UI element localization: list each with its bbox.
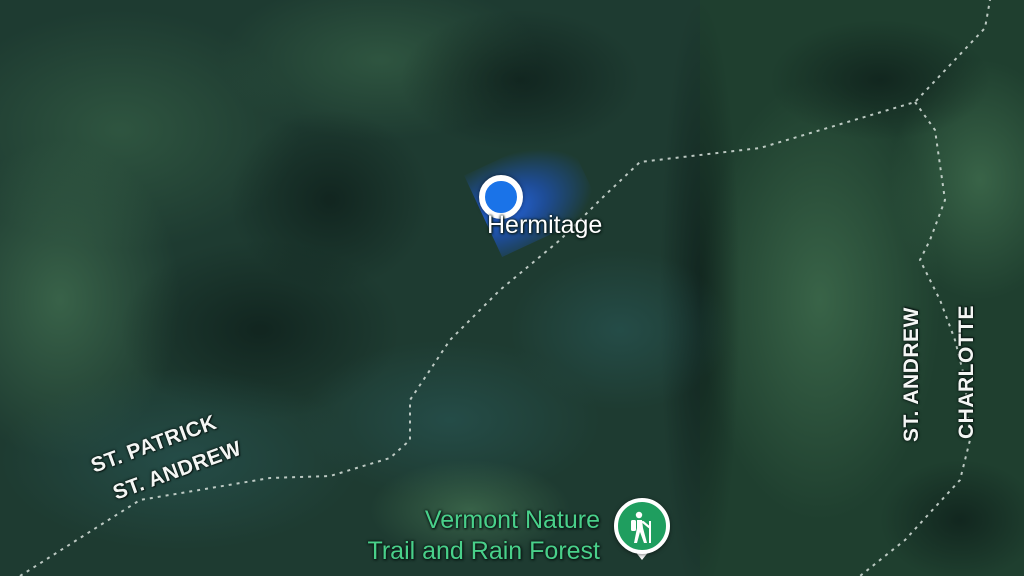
parish-label-st-andrew-east: ST. ANDREW <box>900 307 923 442</box>
parish-label-charlotte: CHARLOTTE <box>955 305 978 439</box>
poi-name-line-1[interactable]: Vermont Nature <box>425 505 600 536</box>
map-view[interactable]: Hermitage ST. PATRICK ST. ANDREW ST. AND… <box>0 0 1024 576</box>
place-label-hermitage[interactable]: Hermitage <box>487 211 602 240</box>
poi-name-line-2[interactable]: Trail and Rain Forest <box>368 536 601 567</box>
hiker-icon <box>631 511 651 543</box>
poi-marker[interactable] <box>614 498 670 554</box>
